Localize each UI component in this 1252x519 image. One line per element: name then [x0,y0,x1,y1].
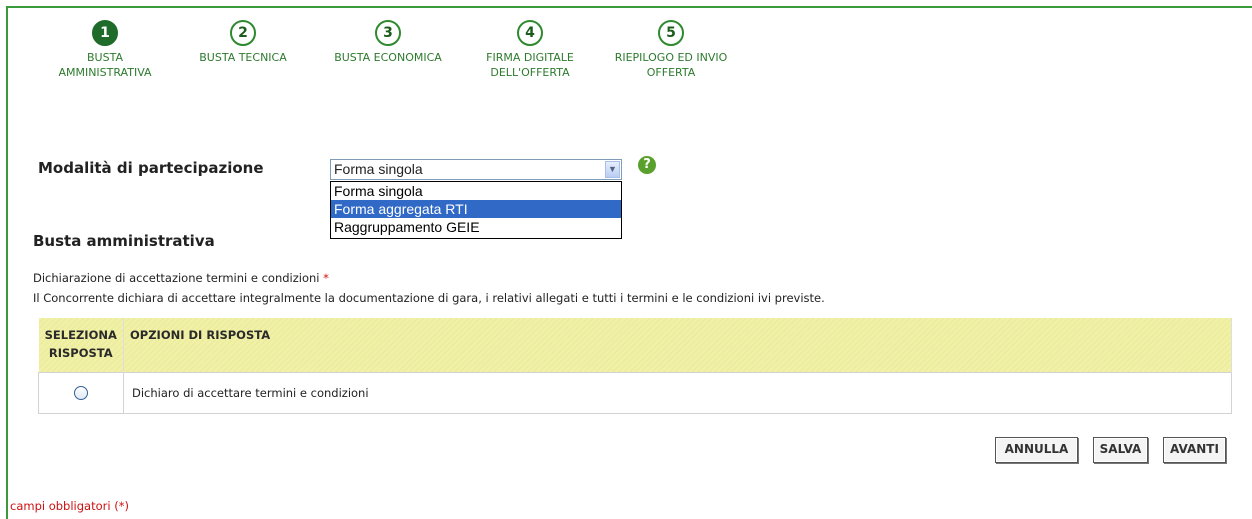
step-busta-tecnica[interactable]: 2 BUSTA TECNICA [168,20,318,65]
answer-option-text: Dichiaro di accettare termini e condizio… [123,371,1232,414]
step-label: BUSTA AMMINISTRATIVA [58,51,152,79]
radio-cell [38,371,124,414]
participation-label: Modalità di partecipazione [38,159,264,177]
step-number-badge: 2 [230,20,256,46]
step-number-badge: 3 [375,20,401,46]
participation-dropdown-list: Forma singola Forma aggregata RTI Raggru… [330,181,622,239]
step-firma-digitale[interactable]: 4 FIRMA DIGITALE DELL'OFFERTA [455,20,605,80]
option-forma-aggregata-rti[interactable]: Forma aggregata RTI [331,200,621,218]
step-number-badge: 1 [92,20,118,46]
cancel-button[interactable]: ANNULLA [995,437,1078,463]
step-label: BUSTA ECONOMICA [334,51,442,64]
step-label: BUSTA TECNICA [199,51,287,64]
step-number-badge: 4 [517,20,543,46]
declaration-title-text: Dichiarazione di accettazione termini e … [33,271,320,285]
option-raggruppamento-geie[interactable]: Raggruppamento GEIE [331,218,621,236]
declaration-title: Dichiarazione di accettazione termini e … [33,271,329,285]
participation-selected-value: Forma singola [334,161,423,177]
column-header-select: SELEZIONA RISPOSTA [38,318,124,372]
step-number-badge: 5 [658,20,684,46]
table-row: Dichiaro di accettare termini e condizio… [38,371,1232,414]
step-busta-amministrativa[interactable]: 1 BUSTA AMMINISTRATIVA [30,20,180,80]
required-marker: * [323,271,329,285]
declaration-text: Il Concorrente dichiara di accettare int… [33,291,825,305]
answer-radio[interactable] [74,385,88,400]
next-button[interactable]: AVANTI [1163,437,1226,463]
step-riepilogo-invio[interactable]: 5 RIEPILOGO ED INVIO OFFERTA [596,20,746,80]
answers-table: SELEZIONA RISPOSTA OPZIONI DI RISPOSTA D… [38,318,1232,414]
question-icon[interactable]: ? [638,156,656,174]
participation-select[interactable]: Forma singola ▼ [330,159,622,180]
section-title: Busta amministrativa [33,232,215,250]
required-fields-note: campi obbligatori (*) [10,499,129,513]
option-forma-singola[interactable]: Forma singola [331,182,621,200]
column-header-options: OPZIONI DI RISPOSTA [123,318,1232,372]
step-busta-economica[interactable]: 3 BUSTA ECONOMICA [313,20,463,65]
step-label: RIEPILOGO ED INVIO OFFERTA [614,51,728,79]
save-button[interactable]: SALVA [1093,437,1148,463]
chevron-down-icon[interactable]: ▼ [605,161,620,178]
table-header-row: SELEZIONA RISPOSTA OPZIONI DI RISPOSTA [38,318,1232,372]
step-label: FIRMA DIGITALE DELL'OFFERTA [486,51,574,79]
